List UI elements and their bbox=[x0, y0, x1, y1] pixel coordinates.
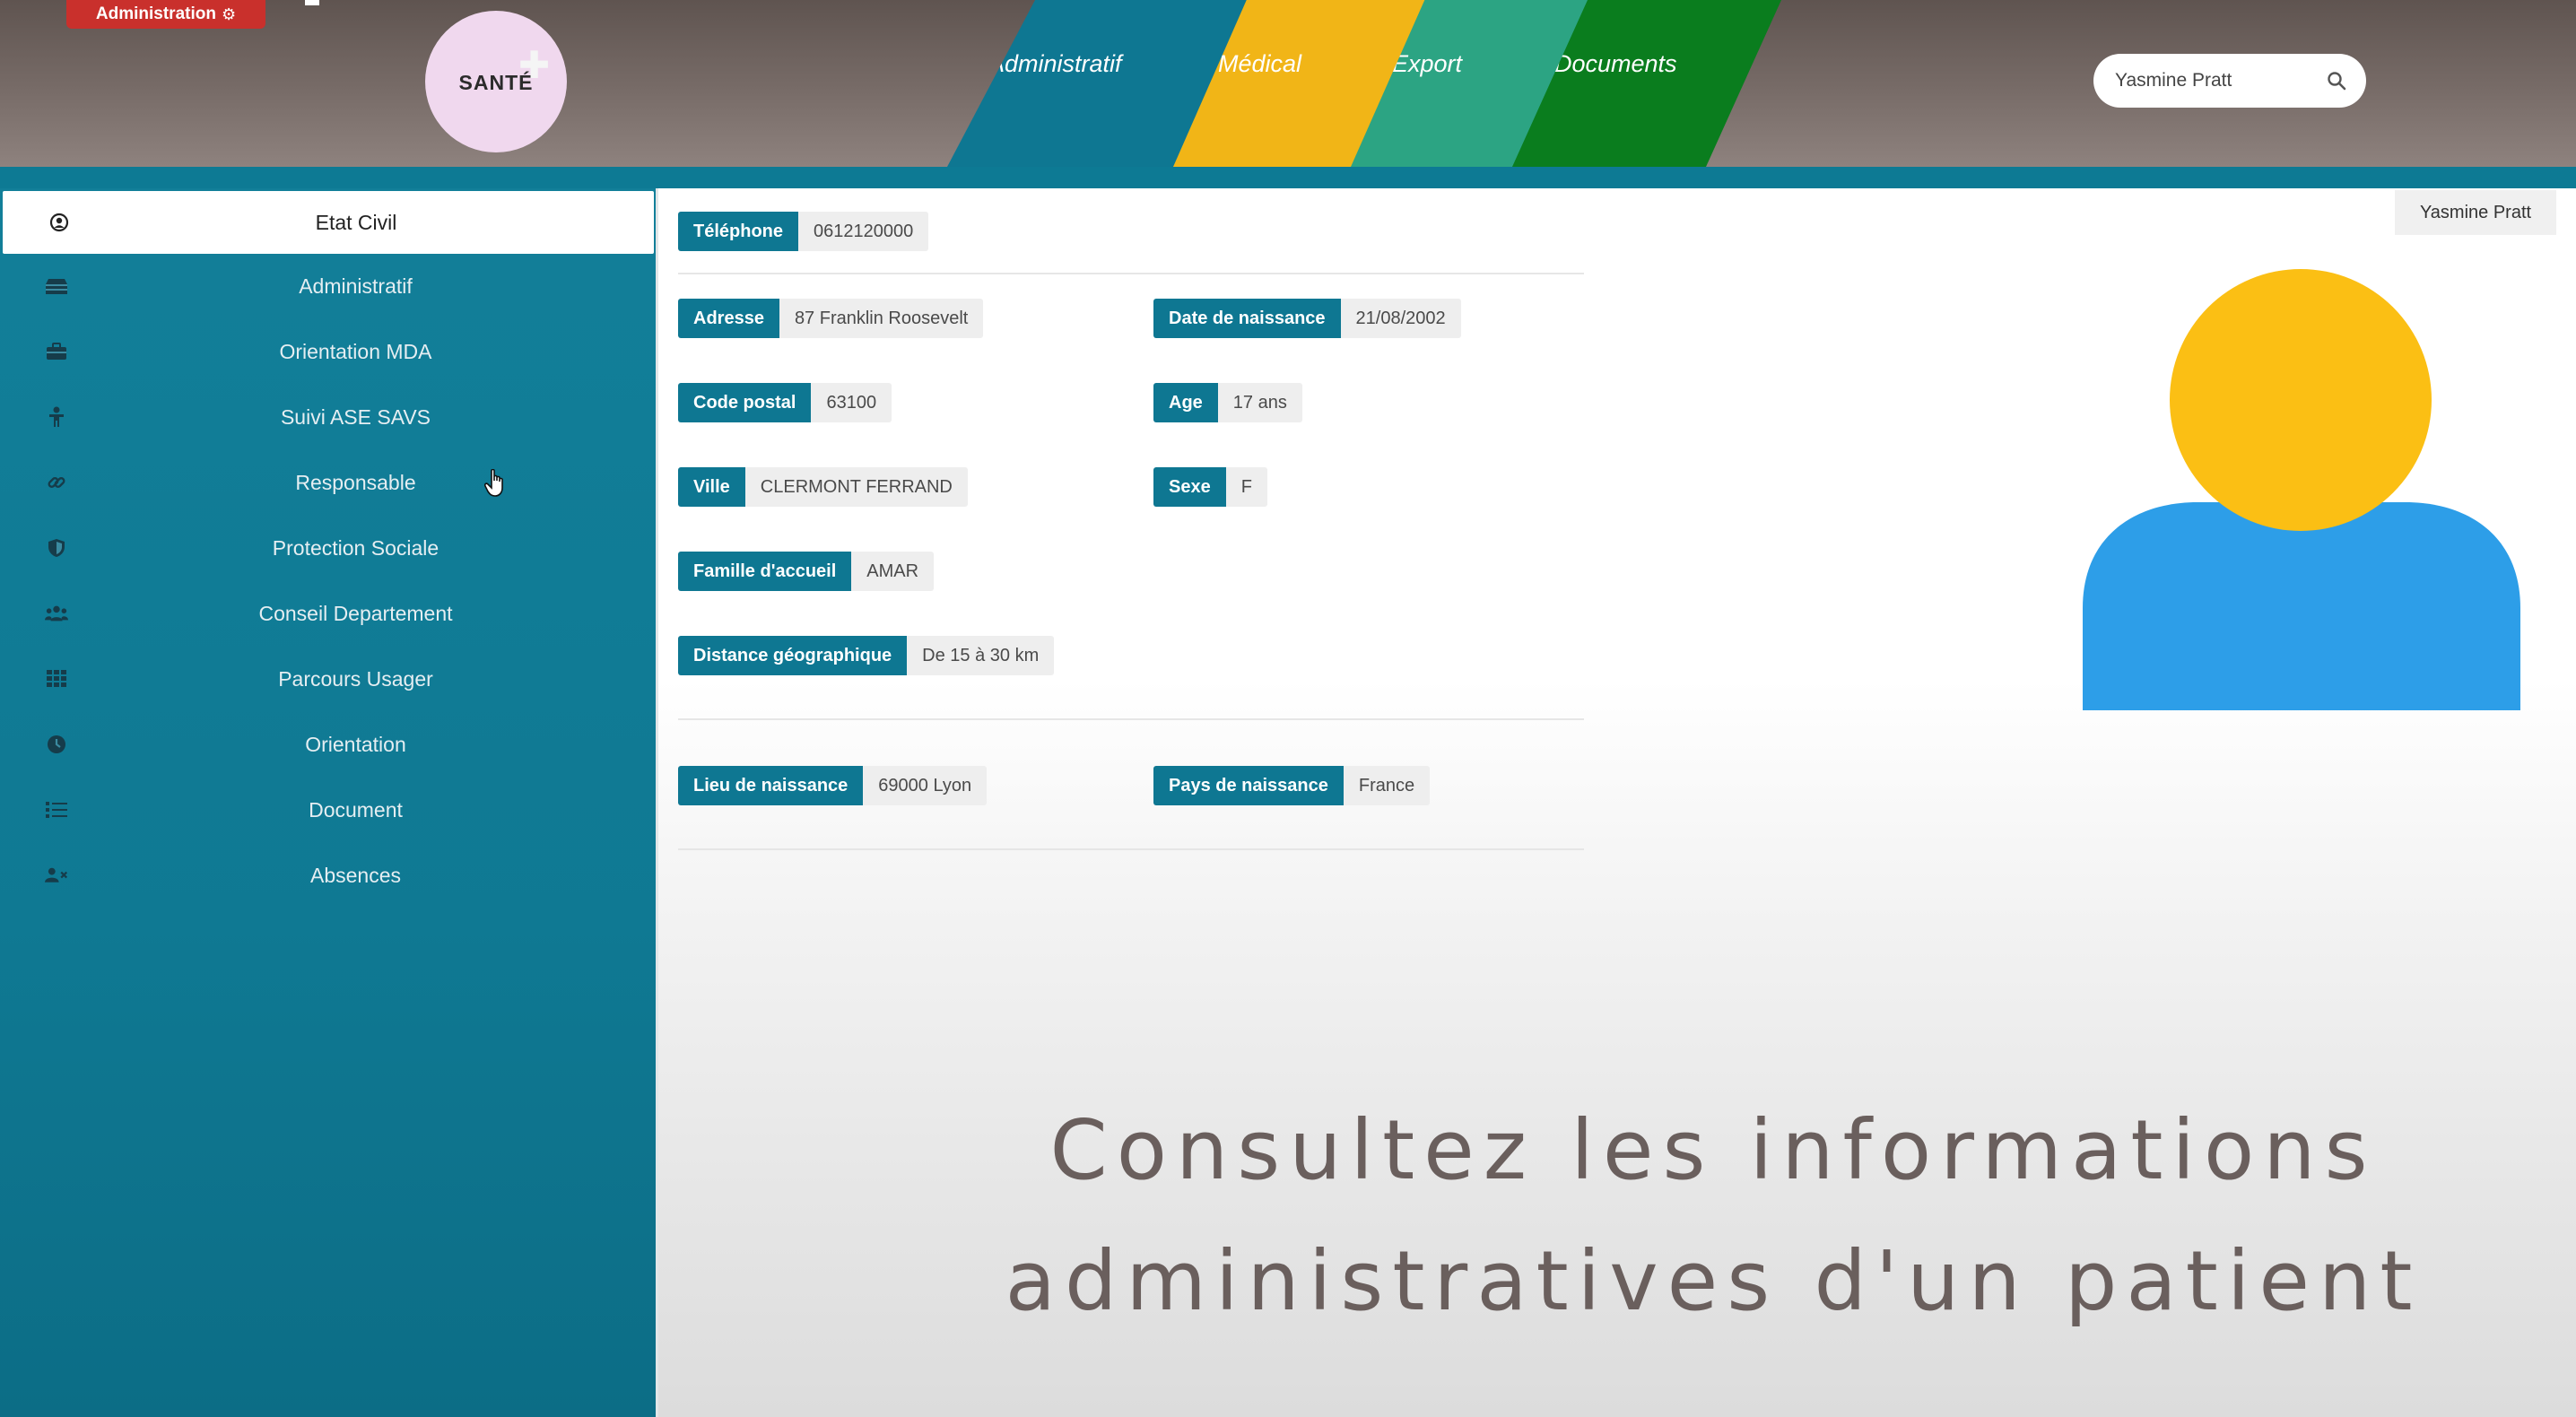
shield-icon bbox=[45, 537, 68, 559]
sidebar-item-label: Protection Sociale bbox=[272, 535, 439, 560]
sidebar-item-label: Orientation MDA bbox=[279, 339, 432, 363]
administration-label: Administration bbox=[95, 4, 216, 23]
sidebar-item-label: Etat Civil bbox=[315, 210, 397, 234]
field-label: Date de naissance bbox=[1153, 299, 1341, 338]
field-date-naissance: Date de naissance 21/08/2002 bbox=[1153, 299, 1461, 338]
tab-label: Export bbox=[1392, 50, 1463, 77]
divider bbox=[678, 848, 1584, 850]
sidebar-item-label: Conseil Departement bbox=[258, 601, 453, 625]
sidebar-item-etat-civil[interactable]: Etat Civil bbox=[3, 191, 654, 254]
caption-line: Consultez les informations bbox=[1049, 1102, 2377, 1198]
patient-search[interactable] bbox=[2093, 54, 2366, 108]
header-band bbox=[0, 167, 2576, 188]
sidebar: Etat Civil Administratif Orientation MDA… bbox=[0, 188, 656, 1417]
tab-label: Administratif bbox=[988, 50, 1122, 77]
user-x-icon bbox=[45, 865, 68, 886]
sidebar-item-parcours-usager[interactable]: Parcours Usager bbox=[0, 648, 656, 710]
field-pays-naissance: Pays de naissance France bbox=[1153, 766, 1431, 805]
field-label: Age bbox=[1153, 383, 1218, 422]
field-distance: Distance géographique De 15 à 30 km bbox=[678, 636, 1055, 675]
sidebar-item-absences[interactable]: Absences bbox=[0, 844, 656, 907]
field-label: Adresse bbox=[678, 299, 779, 338]
user-circle-icon bbox=[48, 212, 71, 233]
field-label: Téléphone bbox=[678, 212, 799, 251]
tab-label: Médical bbox=[1218, 50, 1302, 77]
field-adresse: Adresse 87 Franklin Roosevelt bbox=[678, 299, 984, 338]
sidebar-item-responsable[interactable]: Responsable bbox=[0, 451, 656, 514]
sidebar-item-document[interactable]: Document bbox=[0, 778, 656, 841]
header-fragment bbox=[305, 0, 319, 5]
sidebar-item-conseil-departement[interactable]: Conseil Departement bbox=[0, 582, 656, 645]
field-label: Pays de naissance bbox=[1153, 766, 1344, 805]
sidebar-item-label: Responsable bbox=[295, 470, 416, 494]
patient-name: Yasmine Pratt bbox=[2419, 202, 2532, 222]
clock-icon bbox=[45, 734, 68, 755]
field-lieu-naissance: Lieu de naissance 69000 Lyon bbox=[678, 766, 988, 805]
top-header: Administration ⚙ SANTÉ ✚ Administratif M… bbox=[0, 0, 2576, 167]
field-value: 17 ans bbox=[1217, 383, 1302, 422]
field-label: Sexe bbox=[1153, 467, 1226, 507]
field-code-postal: Code postal 63100 bbox=[678, 383, 892, 422]
gear-icon: ⚙ bbox=[221, 4, 237, 23]
field-age: Age 17 ans bbox=[1153, 383, 1302, 422]
list-icon bbox=[45, 799, 68, 821]
sidebar-item-label: Document bbox=[309, 797, 403, 822]
sidebar-item-suivi-ase-savs[interactable]: Suivi ASE SAVS bbox=[0, 386, 656, 448]
field-telephone: Téléphone 0612120000 bbox=[678, 212, 929, 251]
field-value: 63100 bbox=[811, 383, 892, 422]
field-value: 0612120000 bbox=[798, 212, 929, 251]
briefcase-icon bbox=[45, 341, 68, 362]
field-famille-accueil: Famille d'accueil AMAR bbox=[678, 552, 935, 591]
sidebar-item-protection-sociale[interactable]: Protection Sociale bbox=[0, 517, 656, 579]
field-sexe: Sexe F bbox=[1153, 467, 1267, 507]
administration-button[interactable]: Administration ⚙ bbox=[66, 0, 265, 29]
archive-icon bbox=[45, 275, 68, 297]
child-icon bbox=[45, 406, 68, 428]
field-label: Distance géographique bbox=[678, 636, 908, 675]
grid-icon bbox=[45, 668, 68, 690]
sante-logo[interactable]: SANTÉ ✚ bbox=[425, 11, 567, 152]
search-input[interactable] bbox=[2113, 69, 2323, 92]
users-icon bbox=[45, 603, 68, 624]
plus-cross-icon: ✚ bbox=[518, 44, 551, 86]
field-value: CLERMONT FERRAND bbox=[744, 467, 968, 507]
search-icon[interactable] bbox=[2327, 71, 2346, 91]
field-value: AMAR bbox=[851, 552, 935, 591]
field-label: Code postal bbox=[678, 383, 812, 422]
field-ville: Ville CLERMONT FERRAND bbox=[678, 467, 968, 507]
field-value: 69000 Lyon bbox=[863, 766, 988, 805]
field-label: Famille d'accueil bbox=[678, 552, 852, 591]
divider bbox=[678, 273, 1584, 274]
field-value: De 15 à 30 km bbox=[907, 636, 1055, 675]
field-value: France bbox=[1343, 766, 1431, 805]
hand-cursor-icon bbox=[483, 468, 508, 502]
caption-line: administratives d'un patient bbox=[1005, 1233, 2422, 1329]
sidebar-item-administratif[interactable]: Administratif bbox=[0, 255, 656, 317]
sidebar-item-orientation-mda[interactable]: Orientation MDA bbox=[0, 320, 656, 383]
field-value: 21/08/2002 bbox=[1340, 299, 1461, 338]
link-icon bbox=[45, 472, 68, 493]
sidebar-item-label: Absences bbox=[309, 863, 401, 887]
avatar bbox=[2081, 267, 2522, 715]
tab-label: Documents bbox=[1554, 50, 1677, 77]
divider bbox=[678, 718, 1584, 720]
sidebar-item-orientation[interactable]: Orientation bbox=[0, 713, 656, 776]
field-label: Ville bbox=[678, 467, 745, 507]
video-caption: Consultez les informations administrativ… bbox=[1005, 1085, 2422, 1347]
sidebar-item-label: Parcours Usager bbox=[278, 666, 433, 691]
field-value: 87 Franklin Roosevelt bbox=[779, 299, 984, 338]
field-label: Lieu de naissance bbox=[678, 766, 864, 805]
sidebar-item-label: Suivi ASE SAVS bbox=[280, 404, 431, 429]
sidebar-item-label: Orientation bbox=[305, 732, 406, 756]
field-value: F bbox=[1225, 467, 1267, 507]
patient-name-chip: Yasmine Pratt bbox=[2395, 190, 2556, 235]
sidebar-item-label: Administratif bbox=[299, 274, 413, 298]
